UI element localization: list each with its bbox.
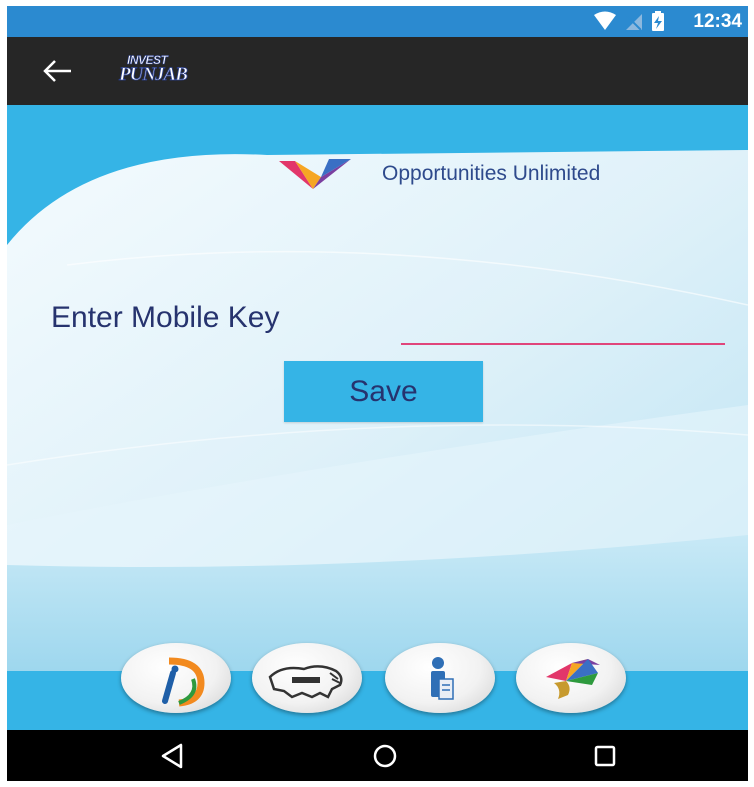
battery-charging-icon <box>652 11 664 31</box>
app-bar: INVEST PUNJAB <box>7 37 748 105</box>
mobile-key-label: Enter Mobile Key <box>51 301 280 334</box>
mobile-key-input[interactable] <box>401 305 725 345</box>
navigation-bar <box>7 730 748 781</box>
status-bar: 12:34 <box>7 6 748 37</box>
recents-square-icon[interactable] <box>560 730 650 781</box>
home-circle-icon[interactable] <box>340 730 430 781</box>
main-content: Opportunities Unlimited Enter Mobile Key… <box>7 105 748 730</box>
brand-tagline: Opportunities Unlimited <box>382 162 601 185</box>
document-person-icon[interactable] <box>385 643 495 713</box>
app-frame: 12:34 INVEST PUNJAB Opportunities Unlimi… <box>7 6 748 781</box>
v-logo-icon <box>279 159 351 189</box>
brand-tagline-bar: Opportunities Unlimited <box>273 155 748 195</box>
make-in-india-lion-icon[interactable] <box>252 643 362 713</box>
save-button[interactable]: Save <box>284 361 483 422</box>
arrow-back-icon[interactable] <box>41 56 75 91</box>
colorful-emblem-icon[interactable] <box>516 643 626 713</box>
signal-off-icon <box>626 14 642 31</box>
status-icons <box>592 10 672 39</box>
back-triangle-icon[interactable] <box>127 730 217 781</box>
logo-text-bottom: PUNJAB <box>119 64 189 86</box>
digital-india-icon[interactable] <box>121 643 231 713</box>
invest-punjab-logo: INVEST PUNJAB <box>119 53 229 89</box>
bottom-band <box>7 671 748 730</box>
wifi-icon <box>594 11 616 30</box>
status-time: 12:34 <box>693 11 742 32</box>
